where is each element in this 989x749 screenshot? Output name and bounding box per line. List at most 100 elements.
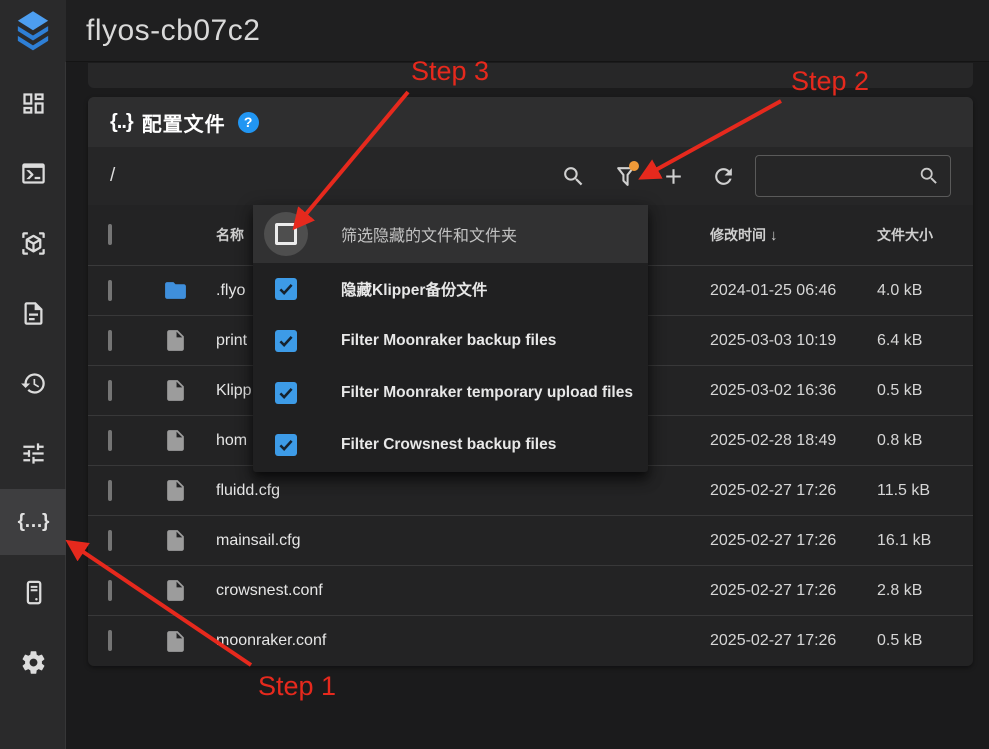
file-name: crowsnest.conf bbox=[202, 582, 663, 600]
search-icon bbox=[918, 165, 940, 187]
menu-item-filter-moonraker-temp[interactable]: Filter Moonraker temporary upload files bbox=[253, 367, 648, 419]
sidebar-item-jobs[interactable] bbox=[0, 280, 66, 346]
panel-header: {..} 配置文件 ? bbox=[88, 97, 973, 147]
panel-title: 配置文件 bbox=[142, 108, 226, 137]
sidebar-item-settings[interactable] bbox=[0, 629, 66, 695]
row-checkbox[interactable] bbox=[108, 480, 112, 501]
table-row[interactable]: moonraker.conf 2025-02-27 17:26 0.5 kB bbox=[88, 616, 973, 666]
check-icon bbox=[277, 436, 295, 454]
sidebar: {…} bbox=[0, 62, 66, 749]
file-size: 11.5 kB bbox=[853, 482, 973, 500]
file-icon bbox=[163, 578, 188, 603]
file-modified: 2025-02-27 17:26 bbox=[663, 532, 853, 550]
checkbox-checked[interactable] bbox=[275, 278, 297, 300]
checkbox-checked[interactable] bbox=[275, 434, 297, 456]
search-button[interactable] bbox=[553, 156, 593, 196]
tune-icon bbox=[20, 440, 47, 467]
file-icon bbox=[163, 428, 188, 453]
file-modified: 2025-03-03 10:19 bbox=[663, 332, 853, 350]
table-row[interactable]: fluidd.cfg 2025-02-27 17:26 11.5 kB bbox=[88, 466, 973, 516]
plus-icon bbox=[661, 164, 686, 189]
refresh-button[interactable] bbox=[703, 156, 743, 196]
check-icon bbox=[277, 384, 295, 402]
checkbox-checked[interactable] bbox=[275, 382, 297, 404]
sidebar-item-dashboard[interactable] bbox=[0, 70, 66, 136]
previous-card-edge bbox=[88, 63, 973, 88]
row-checkbox[interactable] bbox=[108, 280, 112, 301]
folder-icon bbox=[163, 278, 188, 303]
breadcrumb: / bbox=[110, 165, 115, 187]
sidebar-item-history[interactable] bbox=[0, 350, 66, 416]
search-icon bbox=[561, 164, 586, 189]
file-name: moonraker.conf bbox=[202, 632, 663, 650]
filter-dropdown-menu: 筛选隐藏的文件和文件夹 隐藏Klipper备份文件 Filter Moonrak… bbox=[253, 205, 648, 472]
menu-item-filter-crowsnest-backups[interactable]: Filter Crowsnest backup files bbox=[253, 419, 648, 471]
refresh-icon bbox=[711, 164, 736, 189]
menu-item-hide-klipper-backups[interactable]: 隐藏Klipper备份文件 bbox=[253, 263, 648, 315]
file-icon bbox=[163, 528, 188, 553]
select-all-checkbox[interactable] bbox=[108, 224, 112, 245]
row-checkbox[interactable] bbox=[108, 530, 112, 551]
row-checkbox[interactable] bbox=[108, 630, 112, 651]
row-checkbox[interactable] bbox=[108, 330, 112, 351]
file-name: mainsail.cfg bbox=[202, 532, 663, 550]
server-icon bbox=[20, 579, 47, 606]
row-checkbox[interactable] bbox=[108, 580, 112, 601]
file-size: 0.5 kB bbox=[853, 632, 973, 650]
filter-active-badge bbox=[629, 161, 639, 171]
layers-logo-icon bbox=[8, 5, 58, 57]
page-title: flyos-cb07c2 bbox=[86, 14, 260, 48]
check-icon bbox=[277, 332, 295, 350]
file-modified: 2025-02-28 18:49 bbox=[663, 432, 853, 450]
table-row[interactable]: crowsnest.conf 2025-02-27 17:26 2.8 kB bbox=[88, 566, 973, 616]
menu-item-label: 隐藏Klipper备份文件 bbox=[341, 278, 487, 300]
sort-descending-icon: ↓ bbox=[770, 227, 778, 244]
column-header-modified[interactable]: 修改时间↓ bbox=[663, 225, 853, 245]
column-header-size[interactable]: 文件大小 bbox=[853, 225, 973, 245]
menu-item-filter-hidden[interactable]: 筛选隐藏的文件和文件夹 bbox=[253, 205, 648, 263]
code-braces-icon: {…} bbox=[18, 511, 49, 533]
file-document-icon bbox=[20, 300, 47, 327]
sidebar-item-tune[interactable] bbox=[0, 420, 66, 486]
menu-item-label: Filter Crowsnest backup files bbox=[341, 436, 556, 454]
file-size: 0.8 kB bbox=[853, 432, 973, 450]
file-size: 6.4 kB bbox=[853, 332, 973, 350]
file-toolbar: / bbox=[88, 147, 973, 205]
filter-button[interactable] bbox=[605, 156, 645, 196]
menu-item-label: Filter Moonraker backup files bbox=[341, 332, 556, 350]
file-size: 0.5 kB bbox=[853, 382, 973, 400]
file-size: 2.8 kB bbox=[853, 582, 973, 600]
file-modified: 2025-02-27 17:26 bbox=[663, 632, 853, 650]
help-icon[interactable]: ? bbox=[238, 112, 259, 133]
checkbox-unchecked[interactable] bbox=[275, 223, 297, 245]
search-input[interactable] bbox=[756, 167, 918, 185]
gear-icon bbox=[20, 649, 47, 676]
sidebar-item-console[interactable] bbox=[0, 140, 66, 206]
file-icon bbox=[163, 629, 188, 654]
cube-scan-icon bbox=[20, 230, 47, 257]
file-icon bbox=[163, 478, 188, 503]
file-modified: 2025-03-02 16:36 bbox=[663, 382, 853, 400]
app-logo[interactable] bbox=[0, 0, 66, 62]
sidebar-item-system[interactable] bbox=[0, 559, 66, 625]
menu-item-label: Filter Moonraker temporary upload files bbox=[341, 384, 633, 402]
checkbox-checked[interactable] bbox=[275, 330, 297, 352]
row-checkbox[interactable] bbox=[108, 430, 112, 451]
dashboard-icon bbox=[20, 90, 47, 117]
sidebar-item-configure[interactable]: {…} bbox=[0, 489, 66, 555]
history-icon bbox=[20, 370, 47, 397]
menu-item-filter-moonraker-backups[interactable]: Filter Moonraker backup files bbox=[253, 315, 648, 367]
sidebar-item-gcode-preview[interactable] bbox=[0, 210, 66, 276]
row-checkbox[interactable] bbox=[108, 380, 112, 401]
code-braces-icon: {..} bbox=[110, 111, 133, 134]
file-modified: 2025-02-27 17:26 bbox=[663, 582, 853, 600]
file-modified: 2025-02-27 17:26 bbox=[663, 482, 853, 500]
table-row[interactable]: mainsail.cfg 2025-02-27 17:26 16.1 kB bbox=[88, 516, 973, 566]
file-modified: 2024-01-25 06:46 bbox=[663, 282, 853, 300]
app-bar: flyos-cb07c2 bbox=[0, 0, 989, 62]
file-size: 16.1 kB bbox=[853, 532, 973, 550]
file-icon bbox=[163, 378, 188, 403]
add-button[interactable] bbox=[653, 156, 693, 196]
console-icon bbox=[20, 160, 47, 187]
screen: flyos-cb07c2 {…} bbox=[0, 0, 989, 749]
